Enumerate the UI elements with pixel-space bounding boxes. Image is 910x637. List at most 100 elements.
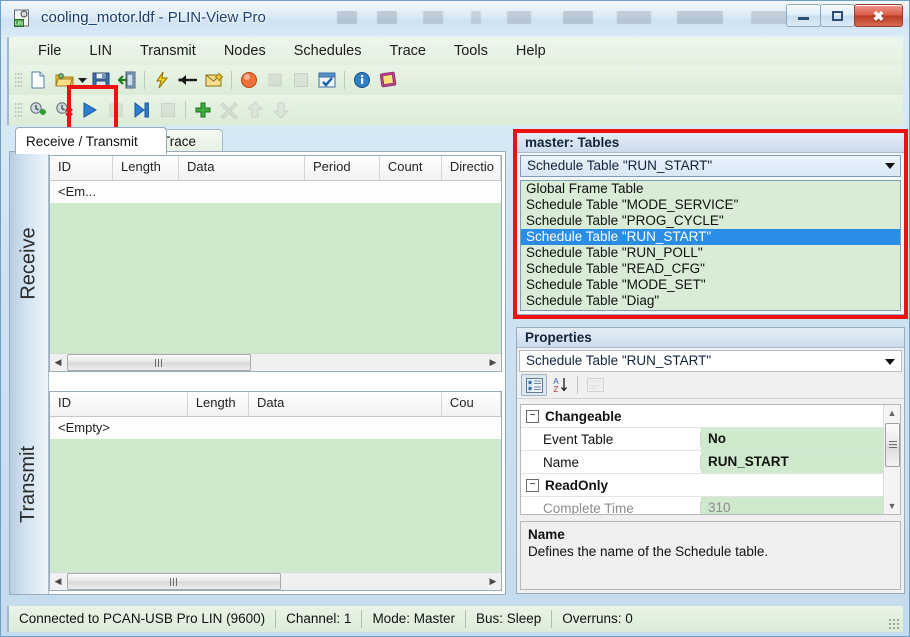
menu-item-lin[interactable]: LIN (78, 40, 123, 62)
properties-object-value: Schedule Table "RUN_START" (526, 353, 712, 368)
scroll-left-arrow-icon[interactable]: ◀ (50, 355, 66, 371)
toolbar-separator (185, 101, 186, 119)
export-icon[interactable] (114, 68, 140, 92)
transmit-grid[interactable]: ID Length Data Cou <Empty> ◀ ▶ (49, 391, 502, 591)
menu-item-tools[interactable]: Tools (443, 40, 499, 62)
main-toolbar (7, 65, 903, 95)
checked-window-icon[interactable] (314, 68, 340, 92)
property-group-readonly[interactable]: − ReadOnly (521, 474, 900, 497)
open-file-icon[interactable] (51, 68, 77, 92)
disconnect-icon[interactable] (175, 68, 201, 92)
add-entry-icon[interactable] (190, 98, 216, 122)
close-button[interactable]: ✖ (854, 4, 903, 27)
resize-grip-icon[interactable] (888, 618, 900, 630)
toolbar-grip[interactable] (15, 101, 22, 119)
transmit-side-label-text: Transmit (17, 445, 40, 523)
tables-option-run-poll[interactable]: Schedule Table "RUN_POLL" (521, 245, 900, 261)
transmit-column-data[interactable]: Data (249, 392, 442, 416)
property-row-complete-time[interactable]: Complete Time 310 (521, 497, 900, 514)
save-file-icon[interactable] (88, 68, 114, 92)
menu-item-help[interactable]: Help (505, 40, 557, 62)
property-value-complete-time: 310 (701, 497, 900, 514)
tables-option-prog-cycle[interactable]: Schedule Table "PROG_CYCLE" (521, 213, 900, 229)
info-icon[interactable] (349, 68, 375, 92)
property-row-name[interactable]: Name RUN_START (521, 451, 900, 474)
tables-option-mode-set[interactable]: Schedule Table "MODE_SET" (521, 277, 900, 293)
properties-grid[interactable]: − Changeable Event Table No Name RUN_STA… (520, 404, 901, 515)
tables-dropdown-list[interactable]: Global Frame Table Schedule Table "MODE_… (520, 180, 901, 311)
minimize-button[interactable] (786, 4, 821, 27)
scroll-up-arrow-icon[interactable]: ▲ (884, 405, 900, 421)
new-file-icon[interactable] (25, 68, 51, 92)
menu-item-file[interactable]: File (27, 40, 72, 62)
open-dropdown-icon[interactable] (77, 68, 88, 92)
menu-item-nodes[interactable]: Nodes (213, 40, 277, 62)
scroll-thumb[interactable] (67, 573, 281, 590)
collapse-icon[interactable]: − (526, 478, 539, 492)
window-controls: ✖ (786, 4, 903, 28)
receive-column-count[interactable]: Count (380, 156, 442, 180)
menu-item-transmit[interactable]: Transmit (129, 40, 207, 62)
receive-column-period[interactable]: Period (305, 156, 380, 180)
play-schedule-icon[interactable] (77, 98, 103, 122)
menu-item-schedules[interactable]: Schedules (283, 40, 373, 62)
transmit-column-id[interactable]: ID (50, 392, 188, 416)
status-channel: Channel: 1 (276, 610, 363, 628)
tables-option-read-cfg[interactable]: Schedule Table "READ_CFG" (521, 261, 900, 277)
receive-column-data[interactable]: Data (179, 156, 305, 180)
collapse-icon[interactable]: − (526, 409, 539, 423)
status-connection: Connected to PCAN-USB Pro LIN (9600) (9, 610, 277, 628)
scroll-right-arrow-icon[interactable]: ▶ (485, 355, 501, 371)
receive-grid[interactable]: ID Length Data Period Count Directio <Em… (49, 155, 502, 372)
scroll-grip-icon (169, 577, 179, 586)
tab-receive-transmit[interactable]: Receive / Transmit (15, 127, 167, 154)
connect-icon[interactable] (149, 68, 175, 92)
step-schedule-icon[interactable] (129, 98, 155, 122)
property-value-name[interactable]: RUN_START (701, 451, 900, 473)
toolbar-grip[interactable] (15, 71, 22, 89)
properties-vertical-scrollbar[interactable]: ▲ ▼ (883, 405, 900, 514)
transmit-column-count[interactable]: Cou (442, 392, 501, 416)
tables-option-global-frame-table[interactable]: Global Frame Table (521, 181, 900, 197)
chevron-down-icon[interactable] (885, 163, 895, 169)
add-schedule-icon[interactable] (25, 98, 51, 122)
tables-option-run-start[interactable]: Schedule Table "RUN_START" (521, 229, 900, 245)
chevron-down-icon[interactable] (885, 359, 895, 365)
master-tables-panel: master: Tables Schedule Table "RUN_START… (516, 132, 905, 315)
categorized-view-button[interactable] (521, 374, 547, 396)
tables-option-mode-service[interactable]: Schedule Table "MODE_SERVICE" (521, 197, 900, 213)
alphabetical-sort-button[interactable]: AZ (547, 374, 573, 396)
transmit-horizontal-scrollbar[interactable]: ◀ ▶ (50, 572, 501, 590)
scroll-thumb[interactable] (67, 354, 251, 371)
stop-schedule-icon (155, 98, 181, 122)
receive-column-direction[interactable]: Directio (442, 156, 501, 180)
scroll-right-arrow-icon[interactable]: ▶ (485, 574, 501, 590)
help-book-icon[interactable] (375, 68, 401, 92)
property-value-event-table[interactable]: No (701, 428, 900, 450)
receive-horizontal-scrollbar[interactable]: ◀ ▶ (50, 353, 501, 371)
tables-combobox[interactable]: Schedule Table "RUN_START" (520, 155, 901, 177)
delete-schedule-icon[interactable] (51, 98, 77, 122)
record-icon[interactable] (236, 68, 262, 92)
window-title-file: cooling_motor.ldf (41, 9, 155, 26)
receive-column-id[interactable]: ID (50, 156, 114, 180)
svg-text:LIN: LIN (15, 21, 23, 27)
scroll-down-arrow-icon[interactable]: ▼ (884, 498, 900, 514)
status-bus: Bus: Sleep (466, 610, 553, 628)
scroll-thumb[interactable] (885, 423, 900, 467)
property-pages-button (582, 374, 608, 396)
scroll-left-arrow-icon[interactable]: ◀ (50, 574, 66, 590)
transmit-column-length[interactable]: Length (188, 392, 249, 416)
tables-combobox-value: Schedule Table "RUN_START" (527, 158, 713, 173)
properties-object-combobox[interactable]: Schedule Table "RUN_START" (519, 350, 902, 372)
maximize-button[interactable] (820, 4, 855, 27)
mail-icon[interactable] (201, 68, 227, 92)
svg-text:Z: Z (553, 385, 558, 393)
scroll-grip-icon (154, 358, 164, 367)
property-row-event-table[interactable]: Event Table No (521, 428, 900, 451)
tables-option-diag[interactable]: Schedule Table "Diag" (521, 293, 900, 309)
property-group-changeable[interactable]: − Changeable (521, 405, 900, 428)
properties-toolbar: AZ (517, 372, 904, 399)
receive-column-length[interactable]: Length (113, 156, 180, 180)
menu-item-trace[interactable]: Trace (378, 40, 437, 62)
